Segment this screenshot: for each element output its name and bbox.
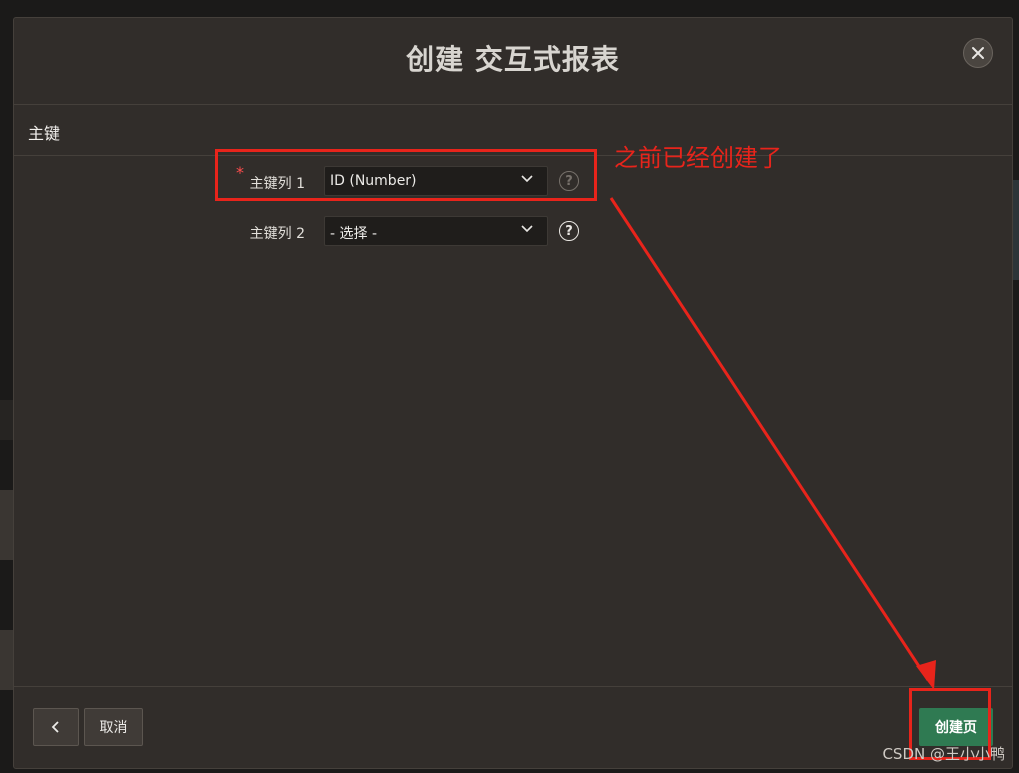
background-panel xyxy=(0,630,13,690)
cancel-label: 取消 xyxy=(99,720,128,736)
cancel-button[interactable]: 取消 xyxy=(84,708,143,746)
pk2-label: 主键列 2 xyxy=(249,226,305,242)
dialog-header: 创建 交互式报表 xyxy=(14,18,1012,105)
close-icon xyxy=(972,47,984,59)
annotation-box-pk1 xyxy=(215,149,597,201)
create-report-dialog: 创建 交互式报表 主键 * 主键列 1 ID (Number) ? 主键列 2 … xyxy=(13,17,1013,769)
dialog-title: 创建 交互式报表 xyxy=(406,43,620,76)
watermark: CSDN @王小小鸭 xyxy=(882,745,1005,763)
chevron-down-icon xyxy=(521,225,533,233)
pk2-select[interactable]: - 选择 - xyxy=(324,216,548,246)
section-title: 主键 xyxy=(28,124,61,143)
background-panel xyxy=(1013,180,1019,280)
background-panel xyxy=(0,0,1019,14)
annotation-note: 之前已经创建了 xyxy=(614,144,782,172)
background-panel xyxy=(0,490,13,560)
pk2-label-wrap: 主键列 2 xyxy=(214,217,305,247)
close-button[interactable] xyxy=(963,38,993,68)
pk2-help-icon[interactable]: ? xyxy=(559,221,579,241)
back-button[interactable] xyxy=(33,708,79,746)
pk2-select-value: - 选择 - xyxy=(330,226,378,242)
chevron-left-icon xyxy=(51,721,59,733)
dialog-footer: 取消 创建页 xyxy=(14,686,1012,768)
background-panel xyxy=(0,400,13,440)
